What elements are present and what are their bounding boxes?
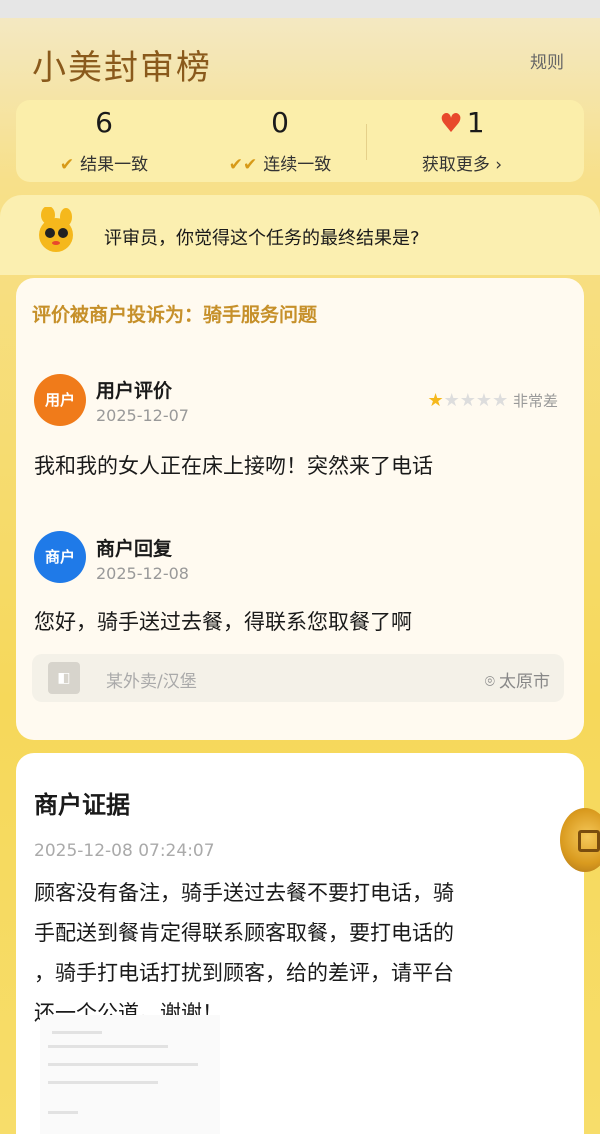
rules-link[interactable]: 规则 xyxy=(530,48,564,73)
user-review-date: 2025-12-07 xyxy=(96,406,189,425)
header: 小美封审榜 规则 xyxy=(0,18,600,100)
review-card: 评价被商户投诉为：骑手服务问题 用户 用户评价 2025-12-07 ★★★★★… xyxy=(16,278,584,740)
question-banner: 评审员，你觉得这个任务的最终结果是? xyxy=(0,195,600,275)
status-bar xyxy=(0,0,600,18)
stat-consistent-value: 6 xyxy=(95,106,113,139)
complaint-reason: 评价被商户投诉为：骑手服务问题 xyxy=(32,304,318,326)
shop-info[interactable]: ◧ 某外卖/汉堡 ⌾ 太原市 xyxy=(32,654,564,702)
evidence-text: 顾客没有备注，骑手送过去餐不要打电话，骑 手配送到餐肯定得联系顾客取餐，要打电话… xyxy=(34,873,568,1033)
user-review-title: 用户评价 xyxy=(96,380,173,402)
shop-city: 太原市 xyxy=(499,672,550,692)
location-pin-icon: ⌾ xyxy=(484,672,495,692)
chevron-right-icon: › xyxy=(489,155,503,175)
evidence-title: 商户证据 xyxy=(34,791,130,819)
evidence-card: 商户证据 2025-12-08 07:24:07 顾客没有备注，骑手送过去餐不要… xyxy=(16,753,584,1134)
merchant-reply-date: 2025-12-08 xyxy=(96,564,189,583)
shop-icon: ◧ xyxy=(48,662,80,694)
stat-lives[interactable]: ♥ 1 获取更多 › xyxy=(382,100,542,182)
evidence-time: 2025-12-08 07:24:07 xyxy=(34,841,215,861)
rating-text: 非常差 xyxy=(512,392,558,410)
evidence-line: 顾客没有备注，骑手送过去餐不要打电话，骑 xyxy=(34,881,454,905)
star-icon: ★ xyxy=(459,390,476,411)
stats-panel: 6 ✔ 结果一致 0 ✔✔ 连续一致 ♥ 1 获取更多 › xyxy=(16,100,584,182)
get-more-link[interactable]: 获取更多 xyxy=(422,155,490,175)
heart-icon: ♥ xyxy=(439,109,463,139)
star-icon: ★ xyxy=(443,390,460,411)
stat-streak-label: 连续一致 xyxy=(263,155,332,175)
star-icon: ★ xyxy=(475,390,493,411)
stat-consistent: 6 ✔ 结果一致 xyxy=(24,100,184,182)
rating: ★★★★★ 非常差 xyxy=(428,390,559,411)
page-title: 小美封审榜 xyxy=(32,48,212,88)
star-icon: ★ xyxy=(427,390,444,411)
stat-streak: 0 ✔✔ 连续一致 xyxy=(200,100,360,182)
check-icon: ✔ xyxy=(59,155,75,175)
evidence-line: 手配送到餐肯定得联系顾客取餐，要打电话的 xyxy=(34,921,454,945)
user-badge: 用户 xyxy=(34,374,86,426)
divider xyxy=(366,124,367,160)
stat-consistent-label: 结果一致 xyxy=(80,155,149,175)
stat-streak-value: 0 xyxy=(271,106,289,139)
merchant-reply-title: 商户回复 xyxy=(96,538,173,560)
merchant-reply-text: 您好，骑手送过去餐，得联系您取餐了啊 xyxy=(34,610,412,634)
question-text: 评审员，你觉得这个任务的最终结果是? xyxy=(104,228,420,249)
evidence-screenshot-thumbnail[interactable] xyxy=(40,1015,220,1134)
stat-lives-value: 1 xyxy=(466,106,485,139)
merchant-badge: 商户 xyxy=(34,531,86,583)
double-check-icon: ✔✔ xyxy=(228,155,258,175)
evidence-line: ，骑手打电话打扰到顾客，给的差评，请平台 xyxy=(34,961,454,985)
shop-name: 某外卖/汉堡 xyxy=(106,672,197,692)
mascot-icon xyxy=(39,207,73,252)
star-icon: ★ xyxy=(492,390,509,411)
user-review-text: 我和我的女人正在床上接吻！突然来了电话 xyxy=(34,454,433,478)
